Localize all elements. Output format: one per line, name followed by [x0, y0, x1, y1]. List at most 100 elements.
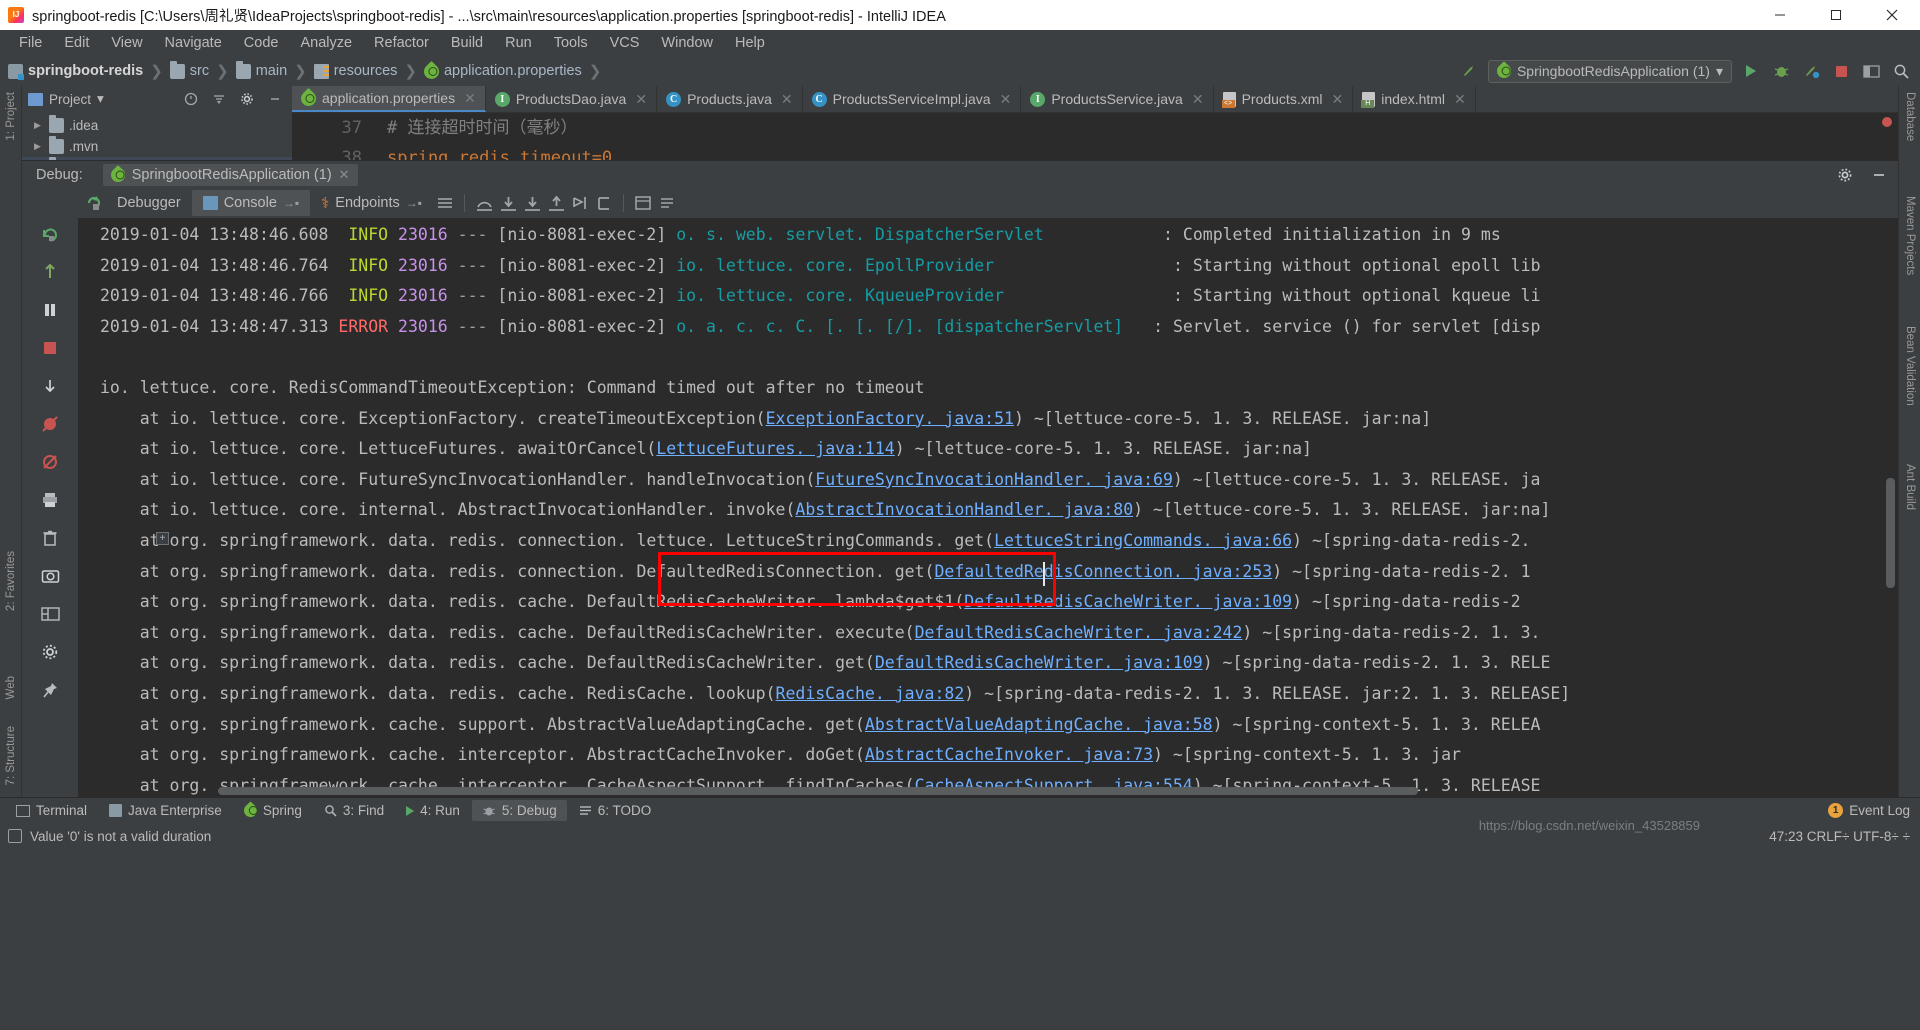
- console-vertical-scrollbar[interactable]: [1886, 478, 1895, 588]
- debug-button[interactable]: [1770, 60, 1792, 82]
- menu-item-view[interactable]: View: [100, 33, 153, 53]
- breadcrumb-main[interactable]: main: [235, 60, 287, 79]
- chevron-right-icon[interactable]: ▶: [34, 141, 44, 152]
- run-to-cursor-icon[interactable]: [568, 191, 592, 215]
- tab-console[interactable]: Console →▪: [191, 190, 311, 216]
- step-out-icon[interactable]: [544, 191, 568, 215]
- run-button[interactable]: [1740, 60, 1762, 82]
- pin-tab-icon[interactable]: →▪: [283, 196, 299, 210]
- menu-item-vcs[interactable]: VCS: [599, 33, 651, 53]
- minimize-button[interactable]: [1752, 0, 1808, 30]
- view-breakpoints-icon[interactable]: [38, 450, 62, 474]
- maximize-button[interactable]: [1808, 0, 1864, 30]
- tab-products-dao[interactable]: I ProductsDao.java ✕: [486, 86, 658, 112]
- coverage-icon[interactable]: [1800, 60, 1822, 82]
- breadcrumb-src[interactable]: src: [169, 60, 209, 79]
- evaluate-icon[interactable]: [592, 191, 616, 215]
- settings-icon[interactable]: [38, 640, 62, 664]
- stack-link[interactable]: DefaultRedisCacheWriter. java:242: [915, 623, 1243, 642]
- sidebar-item-project[interactable]: 1: Project: [0, 92, 22, 141]
- stop-button[interactable]: [1830, 60, 1852, 82]
- breadcrumb-module[interactable]: springboot-redis: [8, 63, 143, 80]
- close-icon[interactable]: ✕: [1332, 91, 1344, 108]
- stack-link[interactable]: ExceptionFactory. java:51: [766, 409, 1014, 428]
- close-icon[interactable]: ✕: [464, 90, 476, 107]
- sidebar-item-structure[interactable]: 7: Structure: [0, 726, 22, 785]
- sidebar-item-maven[interactable]: Maven Projects: [1899, 196, 1920, 275]
- stop-icon[interactable]: [38, 336, 62, 360]
- menu-item-analyze[interactable]: Analyze: [289, 33, 363, 53]
- gear-icon[interactable]: [1834, 164, 1856, 186]
- print-icon[interactable]: [38, 488, 62, 512]
- error-stripe-marker[interactable]: [1882, 117, 1892, 127]
- bottom-tab-todo[interactable]: 6: TODO: [569, 800, 662, 821]
- rerun-session-icon[interactable]: [82, 191, 106, 215]
- rerun-icon[interactable]: [38, 222, 62, 246]
- event-log-button[interactable]: 1 Event Log: [1828, 803, 1910, 818]
- tab-products[interactable]: C Products.java ✕: [657, 86, 803, 112]
- debug-session-tab[interactable]: SpringbootRedisApplication (1) ✕: [102, 163, 358, 186]
- menu-item-run[interactable]: Run: [494, 33, 543, 53]
- tab-products-service-impl[interactable]: C ProductsServiceImpl.java ✕: [803, 86, 1022, 112]
- sidebar-item-database[interactable]: Database: [1899, 92, 1920, 141]
- resume-icon[interactable]: [38, 260, 62, 284]
- breadcrumb-resources[interactable]: resources: [313, 63, 397, 79]
- tab-debugger[interactable]: Debugger: [106, 190, 192, 216]
- close-icon[interactable]: ✕: [1000, 91, 1012, 108]
- stack-link[interactable]: LettuceFutures. java:114: [656, 439, 894, 458]
- variables-icon[interactable]: [655, 191, 679, 215]
- soft-wrap-icon[interactable]: [433, 191, 457, 215]
- camera-icon[interactable]: [38, 564, 62, 588]
- close-icon[interactable]: ✕: [781, 91, 793, 108]
- minimize-icon[interactable]: [1868, 164, 1890, 186]
- menu-item-file[interactable]: File: [8, 33, 53, 53]
- settings-gear-icon[interactable]: [236, 88, 258, 110]
- bottom-tab-terminal[interactable]: Terminal: [6, 800, 97, 821]
- bottom-tab-run[interactable]: 4: Run: [396, 800, 470, 821]
- tab-products-xml[interactable]: Products.xml ✕: [1214, 86, 1354, 112]
- bottom-tab-spring[interactable]: Spring: [234, 800, 312, 821]
- stack-link[interactable]: AbstractInvocationHandler. java:80: [795, 500, 1133, 519]
- sort-icon[interactable]: [208, 88, 230, 110]
- console-horizontal-scrollbar[interactable]: [218, 787, 1418, 795]
- chevron-right-icon[interactable]: ▶: [34, 120, 44, 131]
- step-down-icon[interactable]: [38, 374, 62, 398]
- tab-index-html[interactable]: index.html ✕: [1353, 86, 1476, 112]
- sidebar-item-bean-validation[interactable]: Bean Validation: [1899, 326, 1920, 406]
- menu-item-code[interactable]: Code: [233, 33, 290, 53]
- menu-item-window[interactable]: Window: [650, 33, 724, 53]
- search-icon[interactable]: [1890, 60, 1912, 82]
- bottom-tab-find[interactable]: 3: Find: [314, 800, 394, 821]
- code-fold-expand-icon[interactable]: +: [156, 532, 169, 545]
- bottom-tab-java-enterprise[interactable]: Java Enterprise: [99, 800, 232, 821]
- run-configuration-selector[interactable]: SpringbootRedisApplication (1) ▾: [1487, 59, 1732, 83]
- step-into-icon[interactable]: [496, 191, 520, 215]
- bottom-tab-debug[interactable]: 5: Debug: [471, 800, 567, 821]
- tree-item-mvn[interactable]: ▶ .mvn: [22, 136, 292, 157]
- chevron-down-icon[interactable]: ▾: [97, 91, 104, 107]
- layout-icon[interactable]: [1860, 60, 1882, 82]
- status-caret-info[interactable]: 47:23 CRLF÷ UTF-8÷ ÷: [1769, 829, 1910, 844]
- stack-link[interactable]: DefaultRedisCacheWriter. java:109: [875, 653, 1203, 672]
- close-button[interactable]: [1864, 0, 1920, 30]
- menu-item-tools[interactable]: Tools: [543, 33, 599, 53]
- tab-application-properties[interactable]: application.properties ✕: [292, 86, 486, 112]
- menu-item-build[interactable]: Build: [440, 33, 494, 53]
- menu-item-edit[interactable]: Edit: [53, 33, 100, 53]
- tab-endpoints[interactable]: ⚕ Endpoints →▪: [310, 190, 433, 216]
- tree-item-idea[interactable]: ▶ .idea: [22, 115, 292, 136]
- pause-icon[interactable]: [38, 298, 62, 322]
- mute-breakpoints-icon[interactable]: [38, 412, 62, 436]
- step-over-icon[interactable]: [472, 191, 496, 215]
- stack-link[interactable]: AbstractCacheInvoker. java:73: [865, 745, 1153, 764]
- pin-icon[interactable]: [38, 678, 62, 702]
- collapse-all-icon[interactable]: [180, 88, 202, 110]
- menu-item-help[interactable]: Help: [724, 33, 776, 53]
- sidebar-item-web[interactable]: Web: [0, 676, 22, 699]
- build-icon[interactable]: [1458, 60, 1480, 82]
- sidebar-item-favorites[interactable]: 2: Favorites: [0, 551, 22, 611]
- trash-icon[interactable]: [38, 526, 62, 550]
- breadcrumb-file[interactable]: application.properties: [420, 60, 582, 82]
- tab-products-service[interactable]: I ProductsService.java ✕: [1021, 86, 1214, 112]
- stack-link[interactable]: AbstractValueAdaptingCache. java:58: [865, 715, 1213, 734]
